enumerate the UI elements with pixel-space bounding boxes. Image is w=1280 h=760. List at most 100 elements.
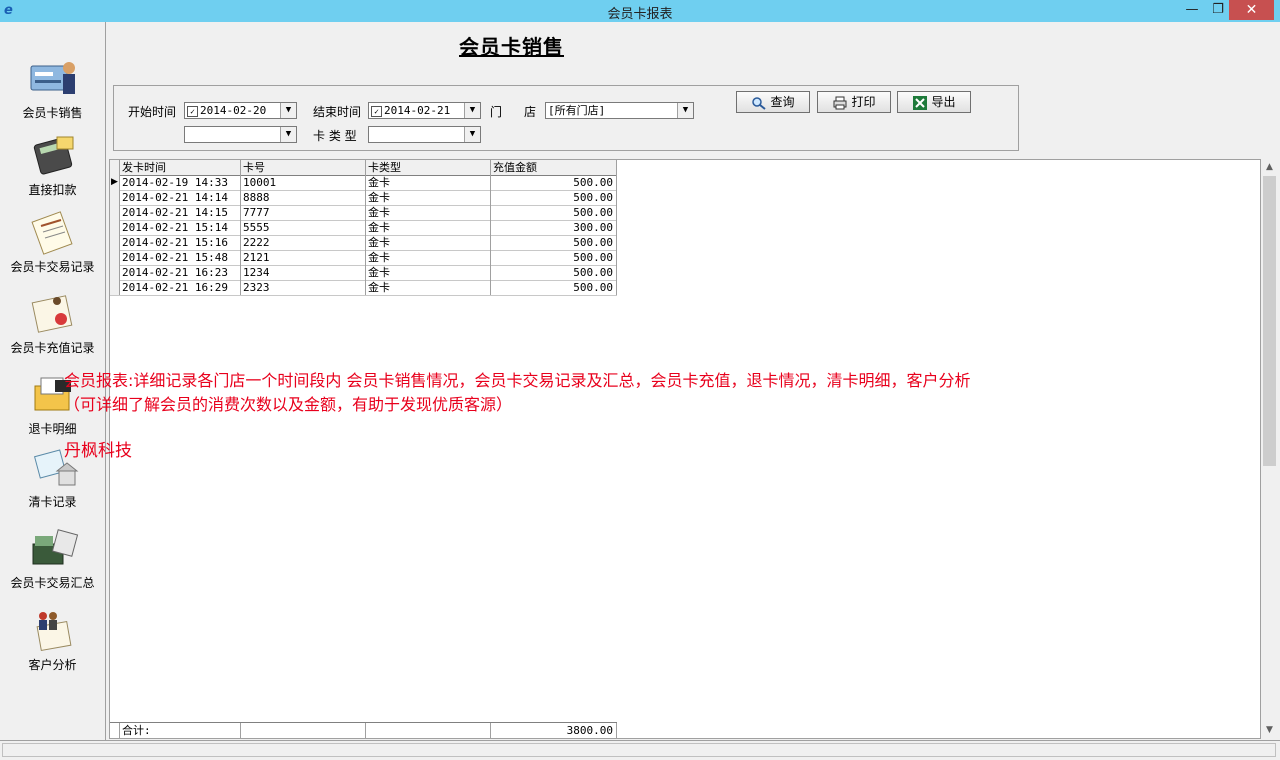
card-type-select[interactable]: ▼ bbox=[368, 126, 481, 143]
table-cell[interactable]: 500.00 bbox=[491, 250, 617, 265]
chevron-down-icon[interactable]: ▼ bbox=[280, 127, 296, 142]
footer-label: 合计: bbox=[120, 723, 241, 738]
table-cell[interactable]: 金卡 bbox=[366, 175, 491, 190]
table-row[interactable]: 2014-02-21 14:14 8888 金卡 500.00 bbox=[110, 190, 617, 206]
sidebar-item-label: 直接扣款 bbox=[28, 183, 77, 197]
sidebar-item-customer-analysis[interactable]: 客户分析 bbox=[0, 608, 105, 673]
row-indicator[interactable] bbox=[110, 235, 120, 250]
row-pointer-icon[interactable]: ▶ bbox=[110, 175, 120, 190]
scroll-up-icon[interactable]: ▲ bbox=[1261, 159, 1278, 176]
minimize-button[interactable]: — bbox=[1178, 0, 1206, 20]
table-cell[interactable]: 2014-02-19 14:33 bbox=[120, 175, 241, 190]
table-cell[interactable]: 500.00 bbox=[491, 235, 617, 250]
table-row[interactable]: ▶ 2014-02-19 14:33 10001 金卡 500.00 bbox=[110, 175, 617, 191]
start-date-picker[interactable]: ✓ 2014-02-20 ▼ bbox=[184, 102, 297, 119]
row-indicator[interactable] bbox=[110, 205, 120, 220]
restore-button[interactable]: ❐ bbox=[1204, 0, 1232, 20]
column-header[interactable]: 发卡时间 bbox=[120, 160, 241, 175]
chevron-down-icon[interactable]: ▼ bbox=[280, 103, 296, 118]
table-row[interactable]: 2014-02-21 14:15 7777 金卡 500.00 bbox=[110, 205, 617, 221]
table-cell[interactable]: 2014-02-21 14:15 bbox=[120, 205, 241, 220]
table-cell[interactable]: 2014-02-21 16:23 bbox=[120, 265, 241, 280]
table-cell[interactable]: 500.00 bbox=[491, 190, 617, 205]
table-cell[interactable]: 2014-02-21 16:29 bbox=[120, 280, 241, 295]
table-row[interactable]: 2014-02-21 16:23 1234 金卡 500.00 bbox=[110, 265, 617, 281]
data-grid: 发卡时间 卡号 卡类型 充值金额 ▶ 2014-02-19 14:33 10001 金… bbox=[109, 159, 1261, 739]
end-date-checkbox[interactable]: ✓ bbox=[371, 105, 382, 117]
table-cell[interactable]: 2323 bbox=[241, 280, 366, 295]
table-cell[interactable]: 7777 bbox=[241, 205, 366, 220]
table-cell[interactable]: 金卡 bbox=[366, 205, 491, 220]
row-indicator[interactable] bbox=[110, 280, 120, 295]
table-cell[interactable]: 2222 bbox=[241, 235, 366, 250]
table-row[interactable]: 2014-02-21 16:29 2323 金卡 500.00 bbox=[110, 280, 617, 296]
table-cell[interactable]: 金卡 bbox=[366, 190, 491, 205]
table-cell[interactable]: 10001 bbox=[241, 175, 366, 190]
end-date-picker[interactable]: ✓ 2014-02-21 ▼ bbox=[368, 102, 481, 119]
table-cell[interactable]: 金卡 bbox=[366, 280, 491, 295]
extra-select[interactable]: ▼ bbox=[184, 126, 297, 143]
title-bar: e 会员卡报表 — ❐ ✕ bbox=[0, 0, 1280, 22]
query-button[interactable]: 查询 bbox=[736, 91, 810, 113]
column-header[interactable]: 充值金额 bbox=[491, 160, 617, 175]
store-select[interactable]: [所有门店] ▼ bbox=[545, 102, 694, 119]
table-cell[interactable]: 金卡 bbox=[366, 235, 491, 250]
certificate-icon bbox=[31, 295, 72, 333]
close-button[interactable]: ✕ bbox=[1229, 0, 1274, 20]
export-button-label: 导出 bbox=[931, 95, 956, 109]
grid-footer: 合计: 3800.00 bbox=[110, 722, 617, 738]
table-row[interactable]: 2014-02-21 15:48 2121 金卡 500.00 bbox=[110, 250, 617, 266]
scroll-thumb[interactable] bbox=[1263, 176, 1276, 466]
document-icon bbox=[30, 211, 73, 255]
sidebar-item-label: 清卡记录 bbox=[28, 495, 77, 509]
row-indicator[interactable] bbox=[110, 220, 120, 235]
row-indicator[interactable] bbox=[110, 265, 120, 280]
start-date-checkbox[interactable]: ✓ bbox=[187, 105, 198, 117]
table-cell[interactable]: 2014-02-21 15:16 bbox=[120, 235, 241, 250]
column-header[interactable]: 卡号 bbox=[241, 160, 366, 175]
store-label-2: 店 bbox=[524, 105, 537, 119]
table-cell[interactable]: 金卡 bbox=[366, 265, 491, 280]
table-cell[interactable]: 500.00 bbox=[491, 265, 617, 280]
status-panel bbox=[2, 743, 1276, 757]
sidebar-item-transaction-summary[interactable]: 会员卡交易汇总 bbox=[0, 526, 105, 591]
table-cell[interactable]: 8888 bbox=[241, 190, 366, 205]
vertical-scrollbar[interactable]: ▲ ▼ bbox=[1261, 159, 1278, 739]
row-indicator[interactable] bbox=[110, 250, 120, 265]
chevron-down-icon[interactable]: ▼ bbox=[464, 103, 480, 118]
table-cell[interactable]: 1234 bbox=[241, 265, 366, 280]
sidebar-item-direct-debit[interactable]: 直接扣款 bbox=[0, 133, 105, 198]
table-cell[interactable]: 500.00 bbox=[491, 280, 617, 295]
table-cell[interactable]: 500.00 bbox=[491, 175, 617, 190]
table-cell[interactable]: 2121 bbox=[241, 250, 366, 265]
scroll-down-icon[interactable]: ▼ bbox=[1261, 722, 1278, 739]
chevron-down-icon[interactable]: ▼ bbox=[677, 103, 693, 118]
excel-icon bbox=[913, 95, 928, 110]
table-cell[interactable]: 2014-02-21 14:14 bbox=[120, 190, 241, 205]
query-button-label: 查询 bbox=[770, 95, 795, 109]
table-row[interactable]: 2014-02-21 15:14 5555 金卡 300.00 bbox=[110, 220, 617, 236]
chevron-down-icon[interactable]: ▼ bbox=[464, 127, 480, 142]
sidebar-item-card-sale[interactable]: 会员卡销售 bbox=[0, 56, 105, 121]
print-button[interactable]: 打印 bbox=[817, 91, 891, 113]
calculator-icon bbox=[33, 136, 73, 175]
company-name: 丹枫科技 bbox=[64, 441, 132, 461]
row-indicator[interactable] bbox=[110, 190, 120, 205]
column-header[interactable]: 卡类型 bbox=[366, 160, 491, 175]
sidebar-item-label: 会员卡销售 bbox=[22, 106, 83, 120]
sidebar-item-label: 会员卡交易记录 bbox=[10, 260, 95, 274]
table-cell[interactable]: 5555 bbox=[241, 220, 366, 235]
table-cell[interactable]: 2014-02-21 15:14 bbox=[120, 220, 241, 235]
people-icon bbox=[36, 612, 71, 652]
store-label-1: 门 bbox=[490, 105, 503, 119]
table-cell[interactable]: 500.00 bbox=[491, 205, 617, 220]
sidebar-item-recharge-records[interactable]: 会员卡充值记录 bbox=[0, 291, 105, 356]
table-cell[interactable]: 300.00 bbox=[491, 220, 617, 235]
store-select-value: [所有门店] bbox=[548, 104, 606, 117]
table-row[interactable]: 2014-02-21 15:16 2222 金卡 500.00 bbox=[110, 235, 617, 251]
sidebar-item-card-transactions[interactable]: 会员卡交易记录 bbox=[0, 210, 105, 275]
table-cell[interactable]: 金卡 bbox=[366, 250, 491, 265]
table-cell[interactable]: 2014-02-21 15:48 bbox=[120, 250, 241, 265]
table-cell[interactable]: 金卡 bbox=[366, 220, 491, 235]
export-button[interactable]: 导出 bbox=[897, 91, 971, 113]
